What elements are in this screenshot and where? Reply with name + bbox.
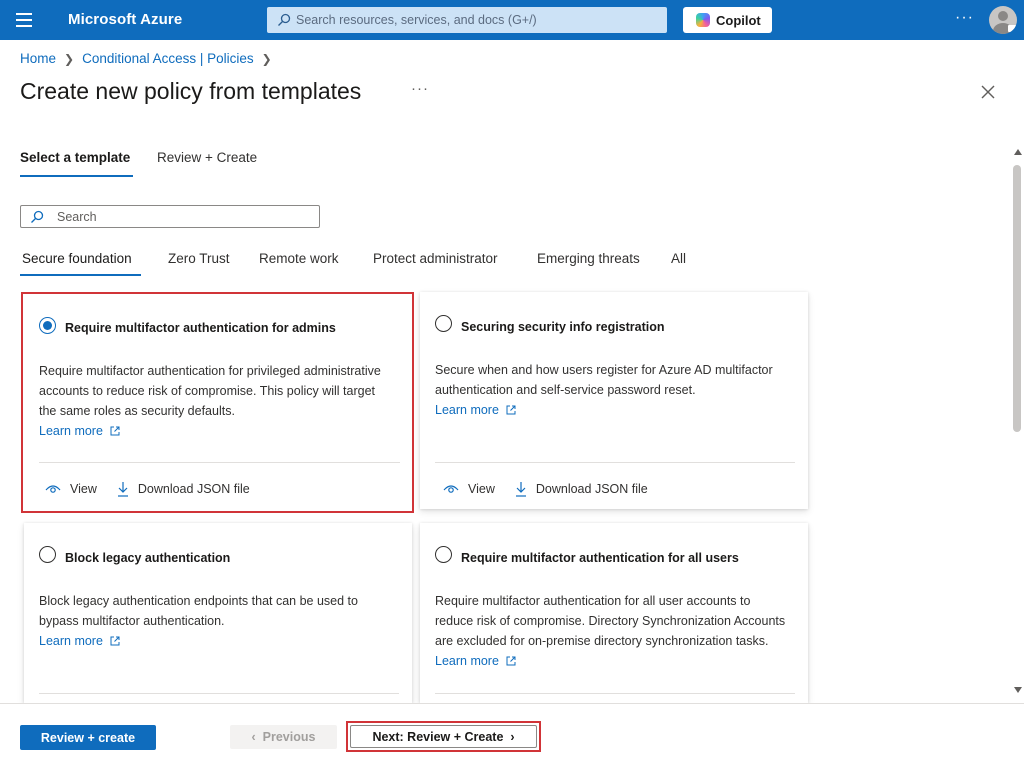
- template-search-input[interactable]: Search: [20, 205, 320, 228]
- template-radio[interactable]: [435, 546, 452, 563]
- template-card[interactable]: Require multifactor authentication for a…: [420, 523, 808, 703]
- copilot-label: Copilot: [716, 13, 761, 28]
- global-search-input[interactable]: Search resources, services, and docs (G+…: [267, 7, 667, 33]
- chevron-right-icon: ❯: [261, 51, 272, 66]
- card-divider: [435, 693, 795, 694]
- search-icon: [278, 13, 291, 26]
- global-search-placeholder: Search resources, services, and docs (G+…: [296, 13, 537, 27]
- chevron-right-icon: ❯: [64, 51, 75, 66]
- template-description-text: Require multifactor authentication for p…: [39, 364, 381, 418]
- breadcrumb: Home ❯ Conditional Access | Policies ❯: [20, 51, 280, 66]
- tab-emerging-threats[interactable]: Emerging threats: [537, 251, 640, 266]
- learn-more-link[interactable]: Learn more: [435, 400, 516, 420]
- template-description: Require multifactor authentication for p…: [39, 361, 394, 441]
- template-radio[interactable]: [435, 315, 452, 332]
- card-actions: View Download JSON file: [45, 481, 250, 497]
- close-icon[interactable]: [979, 83, 997, 101]
- view-button[interactable]: View: [443, 482, 495, 496]
- tab-zero-trust[interactable]: Zero Trust: [168, 251, 230, 266]
- card-divider: [39, 462, 400, 463]
- template-description: Secure when and how users register for A…: [435, 360, 790, 420]
- chevron-right-icon: ›: [503, 729, 515, 744]
- active-category-indicator: [20, 274, 141, 276]
- next-review-create-button[interactable]: Next: Review + Create ›: [350, 725, 537, 748]
- tab-secure-foundation[interactable]: Secure foundation: [22, 251, 132, 266]
- avatar-head: [998, 11, 1008, 21]
- scroll-down-icon[interactable]: [1014, 687, 1022, 693]
- learn-more-label: Learn more: [435, 403, 499, 417]
- learn-more-label: Learn more: [435, 654, 499, 668]
- template-description-text: Block legacy authentication endpoints th…: [39, 594, 358, 628]
- external-link-icon: [506, 405, 516, 415]
- tab-select-template[interactable]: Select a template: [20, 150, 130, 165]
- template-card[interactable]: Securing security info registration Secu…: [420, 292, 808, 509]
- next-label: Next: Review + Create: [372, 729, 504, 744]
- download-icon: [515, 482, 526, 497]
- template-description-text: Secure when and how users register for A…: [435, 363, 773, 397]
- card-divider: [435, 462, 795, 463]
- download-icon: [117, 482, 128, 497]
- scroll-thumb[interactable]: [1013, 165, 1021, 432]
- footer-bar: Review + create ‹ Previous Next: Review …: [0, 703, 1024, 768]
- template-card[interactable]: Require multifactor authentication for a…: [21, 292, 414, 513]
- view-label: View: [468, 482, 495, 496]
- eye-icon: [45, 485, 61, 493]
- next-button-highlight: Next: Review + Create ›: [346, 721, 541, 752]
- top-bar: Microsoft Azure Search resources, servic…: [0, 0, 1024, 40]
- external-link-icon: [506, 656, 516, 666]
- active-step-indicator: [20, 175, 133, 177]
- avatar[interactable]: [989, 6, 1017, 34]
- download-label: Download JSON file: [535, 482, 648, 496]
- download-json-button[interactable]: Download JSON file: [117, 481, 250, 497]
- copilot-button[interactable]: Copilot: [683, 7, 772, 33]
- external-link-icon: [110, 636, 120, 646]
- download-json-button[interactable]: Download JSON file: [515, 481, 648, 497]
- template-title: Block legacy authentication: [65, 551, 231, 565]
- chevron-left-icon: ‹: [251, 730, 263, 744]
- template-radio[interactable]: [39, 546, 56, 563]
- template-description: Require multifactor authentication for a…: [435, 591, 790, 671]
- learn-more-link[interactable]: Learn more: [435, 651, 516, 671]
- template-radio[interactable]: [39, 317, 56, 334]
- view-button[interactable]: View: [45, 482, 97, 496]
- template-description: Block legacy authentication endpoints th…: [39, 591, 394, 651]
- more-options-icon[interactable]: ···: [955, 9, 974, 27]
- card-divider: [39, 693, 399, 694]
- card-actions: View Download JSON file: [443, 481, 648, 497]
- breadcrumb-conditional-access[interactable]: Conditional Access | Policies: [82, 51, 254, 66]
- template-title: Require multifactor authentication for a…: [461, 551, 739, 565]
- scroll-up-icon[interactable]: [1014, 149, 1022, 155]
- eye-icon: [443, 485, 459, 493]
- view-label: View: [70, 482, 97, 496]
- learn-more-link[interactable]: Learn more: [39, 631, 120, 651]
- search-icon: [31, 210, 44, 223]
- learn-more-label: Learn more: [39, 634, 103, 648]
- previous-button[interactable]: ‹ Previous: [230, 725, 337, 749]
- template-card[interactable]: Block legacy authentication Block legacy…: [24, 523, 412, 703]
- vertical-scrollbar[interactable]: [1010, 146, 1024, 698]
- review-create-button[interactable]: Review + create: [20, 725, 156, 750]
- breadcrumb-home[interactable]: Home: [20, 51, 56, 66]
- copilot-icon: [696, 13, 710, 27]
- template-search-placeholder: Search: [57, 210, 97, 224]
- tab-review-create[interactable]: Review + Create: [157, 150, 257, 165]
- template-title: Require multifactor authentication for a…: [65, 321, 336, 335]
- hamburger-menu-icon[interactable]: [16, 13, 32, 27]
- template-title: Securing security info registration: [461, 320, 665, 334]
- template-description-text: Require multifactor authentication for a…: [435, 594, 786, 648]
- lock-icon: [1008, 25, 1016, 32]
- tab-all[interactable]: All: [671, 251, 686, 266]
- learn-more-label: Learn more: [39, 424, 103, 438]
- previous-label: Previous: [262, 730, 316, 744]
- tab-protect-administrator[interactable]: Protect administrator: [373, 251, 498, 266]
- page-title: Create new policy from templates: [20, 78, 362, 104]
- download-label: Download JSON file: [137, 482, 250, 496]
- tab-remote-work[interactable]: Remote work: [259, 251, 339, 266]
- learn-more-link[interactable]: Learn more: [39, 421, 120, 441]
- brand-title[interactable]: Microsoft Azure: [68, 11, 182, 28]
- external-link-icon: [110, 426, 120, 436]
- title-more-icon[interactable]: ···: [411, 80, 429, 97]
